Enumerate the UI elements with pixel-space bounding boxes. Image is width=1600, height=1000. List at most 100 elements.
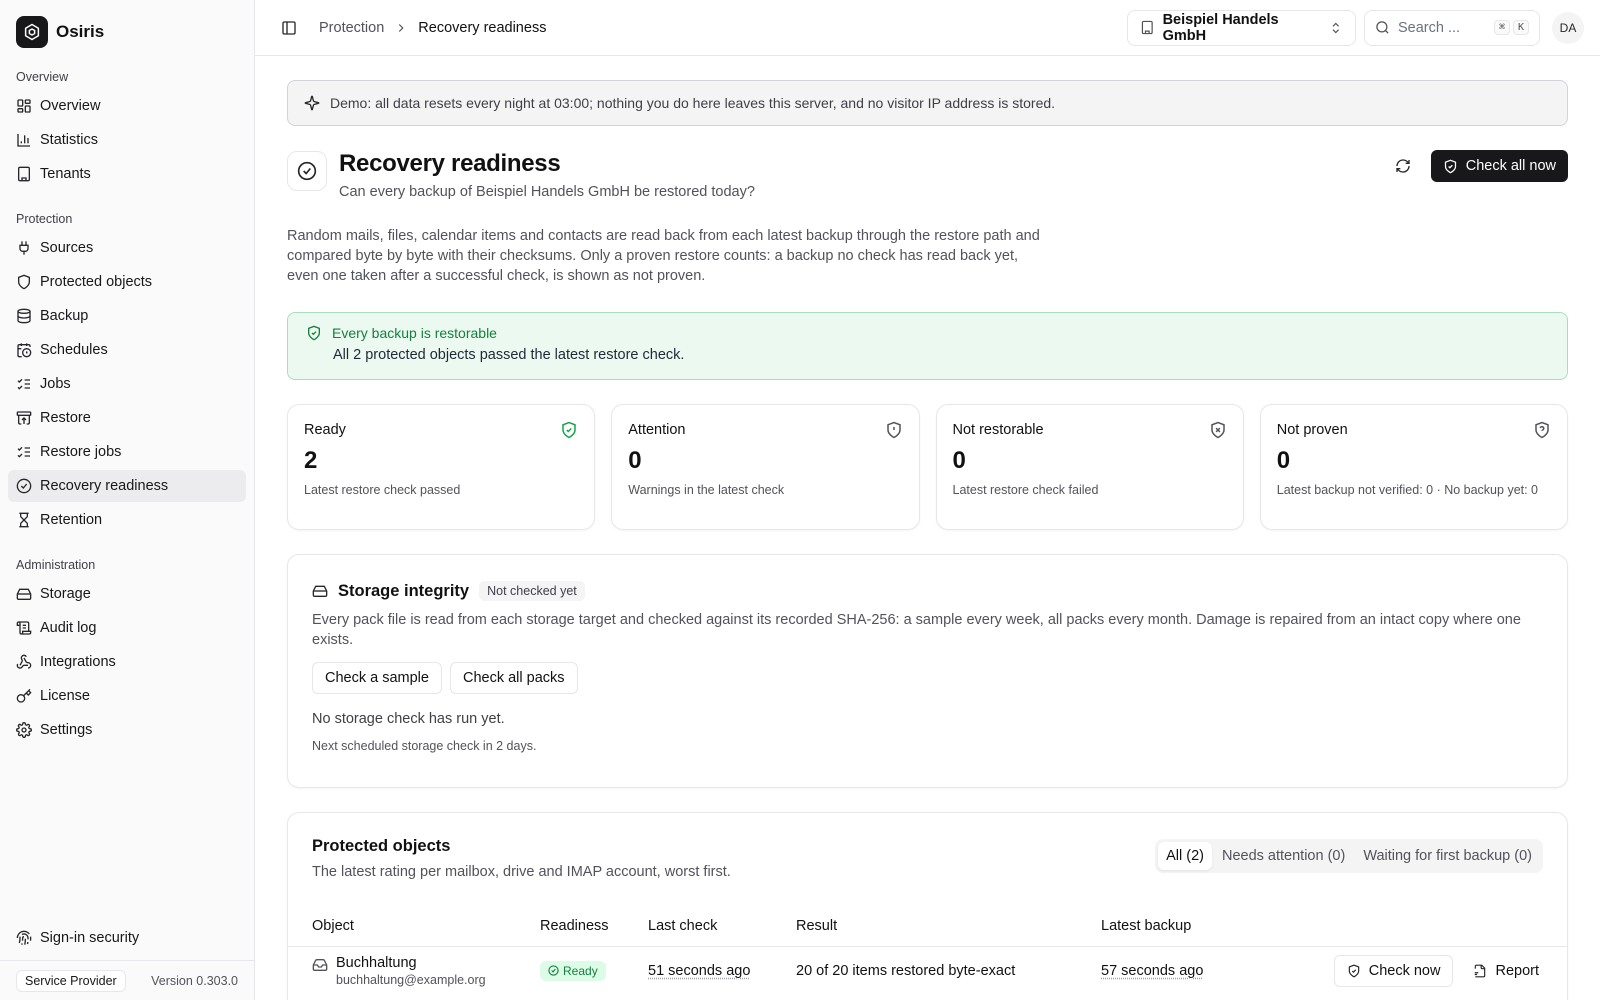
sidebar-item-label: Jobs	[40, 376, 71, 392]
status-banner: Every backup is restorable All 2 protect…	[287, 312, 1568, 380]
sidebar-item-settings[interactable]: Settings	[8, 714, 246, 746]
breadcrumb-current: Recovery readiness	[418, 19, 547, 36]
check-now-button[interactable]: Check now	[1333, 954, 1454, 987]
sidebar-item-restore-jobs[interactable]: Restore jobs	[8, 436, 246, 468]
stat-label: Attention	[628, 422, 686, 438]
sidebar-toggle-button[interactable]	[275, 14, 303, 42]
sidebar-item-statistics[interactable]: Statistics	[8, 124, 246, 156]
gear-icon	[16, 722, 32, 738]
shield-icon	[18, 274, 30, 290]
circle-check-icon	[16, 478, 32, 494]
report-label: Report	[1495, 962, 1539, 979]
sidebar-item-recovery-readiness[interactable]: Recovery readiness	[8, 470, 246, 502]
nav-group-protection-label: Protection	[16, 212, 73, 226]
shield-check-icon	[1444, 159, 1456, 173]
stat-label: Ready	[304, 422, 346, 438]
breadcrumb: Protection Recovery readiness	[319, 20, 546, 36]
sidebar: Osiris Overview Overview Statistics Tena…	[0, 0, 255, 1000]
list-checks-icon	[17, 378, 30, 390]
building-icon	[18, 166, 30, 182]
tab-all[interactable]: All (2)	[1158, 842, 1212, 870]
calendar-clock-icon	[17, 343, 32, 358]
sidebar-item-label: Statistics	[40, 132, 99, 148]
fingerprint-icon	[16, 930, 32, 945]
stat-card-not-restorable: Not restorable 0 Latest restore check fa…	[935, 404, 1244, 530]
sidebar-item-label: Protected objects	[40, 274, 153, 290]
stat-card-ready: Ready 2 Latest restore check passed	[287, 404, 596, 530]
objects-filter-tabs: All (2) Needs attention (0) Waiting for …	[1155, 839, 1543, 873]
objects-table: Object Readiness Last check Result Lates…	[288, 906, 1567, 995]
check-all-now-button[interactable]: Check all now	[1430, 150, 1568, 182]
stat-value: 0	[952, 447, 966, 474]
kbd-cmd: ⌘	[1493, 20, 1510, 35]
sidebar-item-overview[interactable]: Overview	[8, 90, 246, 122]
avatar[interactable]: DA	[1552, 11, 1584, 44]
sidebar-item-label: Sign-in security	[40, 930, 140, 946]
check-now-label: Check now	[1368, 962, 1441, 979]
storage-empty-text: No storage check has run yet.	[312, 711, 505, 727]
stat-label: Not restorable	[952, 422, 1044, 438]
sidebar-item-protected-objects[interactable]: Protected objects	[8, 266, 246, 298]
tab-needs-attention[interactable]: Needs attention (0)	[1214, 842, 1353, 870]
search-input[interactable]: Search ... ⌘ K	[1364, 9, 1540, 46]
column-header[interactable]: Result	[788, 906, 1093, 947]
object-name[interactable]: Buchhaltung	[336, 955, 486, 971]
column-header[interactable]: Readiness	[532, 906, 640, 947]
sidebar-item-tenants[interactable]: Tenants	[8, 158, 246, 190]
sidebar-item-license[interactable]: License	[8, 680, 246, 712]
stat-desc: Latest backup not verified: 0 · No backu…	[1276, 483, 1539, 497]
object-email: buchhaltung@example.org	[336, 972, 486, 987]
refresh-button[interactable]	[1389, 152, 1417, 180]
sidebar-item-retention[interactable]: Retention	[8, 504, 246, 536]
page-header: Recovery readiness Can every backup of B…	[287, 150, 1568, 200]
chevrons-up-down-icon	[1332, 22, 1340, 33]
sidebar-item-storage[interactable]: Storage	[8, 578, 246, 610]
version-label: Version 0.303.0	[151, 973, 238, 988]
sidebar-item-sign-in-security[interactable]: Sign-in security	[8, 922, 246, 954]
latest-backup-time: 57 seconds ago	[1101, 962, 1204, 979]
stat-value: 2	[304, 447, 318, 474]
sidebar-item-jobs[interactable]: Jobs	[8, 368, 246, 400]
status-badge: Not checked yet	[479, 581, 585, 601]
storage-desc: Every pack file is read from each storag…	[312, 612, 1521, 648]
nav-group-administration-label: Administration	[16, 558, 96, 572]
role-badge: Service Provider	[16, 969, 126, 992]
breadcrumb-parent-link[interactable]: Protection	[319, 20, 384, 36]
sidebar-item-label: Storage	[40, 586, 91, 602]
demo-banner-text: Demo: all data resets every night at 03:…	[330, 95, 1056, 111]
hard-drive-icon	[312, 585, 328, 597]
demo-banner: Demo: all data resets every night at 03:…	[287, 80, 1568, 126]
column-header[interactable]: Last check	[640, 906, 788, 947]
sidebar-item-label: Tenants	[40, 166, 91, 182]
sidebar-item-label: License	[40, 688, 90, 704]
check-all-packs-button[interactable]: Check all packs	[449, 662, 578, 694]
storage-next-check: Next scheduled storage check in 2 days.	[312, 739, 537, 753]
tenant-select[interactable]: Beispiel Handels GmbH	[1127, 9, 1356, 46]
column-header[interactable]: Latest backup	[1093, 906, 1283, 947]
bar-chart-icon	[17, 134, 30, 147]
report-button[interactable]: Report	[1461, 955, 1551, 987]
column-header[interactable]: Object	[288, 906, 532, 947]
sidebar-item-restore[interactable]: Restore	[8, 402, 246, 434]
sidebar-item-label: Sources	[40, 240, 94, 256]
sidebar-item-schedules[interactable]: Schedules	[8, 334, 246, 366]
brand[interactable]: Osiris	[0, 0, 254, 48]
circle-check-icon	[297, 161, 317, 181]
app-name: Osiris	[56, 22, 105, 41]
sidebar-item-label: Settings	[40, 722, 93, 738]
sidebar-item-sources[interactable]: Sources	[8, 232, 246, 264]
sidebar-item-backup[interactable]: Backup	[8, 300, 246, 332]
check-sample-button[interactable]: Check a sample	[312, 662, 442, 694]
sidebar-item-audit-log[interactable]: Audit log	[8, 612, 246, 644]
circle-check-icon	[548, 965, 559, 976]
sidebar-item-integrations[interactable]: Integrations	[8, 646, 246, 678]
intro-text: Random mails, files, calendar items and …	[287, 228, 1040, 284]
sidebar-item-label: Backup	[40, 308, 89, 324]
last-check-time: 51 seconds ago	[648, 962, 751, 979]
protected-objects-card: Protected objects The latest rating per …	[287, 812, 1568, 1000]
tab-waiting-first-backup[interactable]: Waiting for first backup (0)	[1355, 842, 1540, 870]
page-title: Recovery readiness	[339, 150, 561, 177]
webhook-icon	[16, 654, 32, 669]
shield-alert-icon	[886, 421, 901, 439]
stat-value: 0	[1276, 447, 1291, 474]
